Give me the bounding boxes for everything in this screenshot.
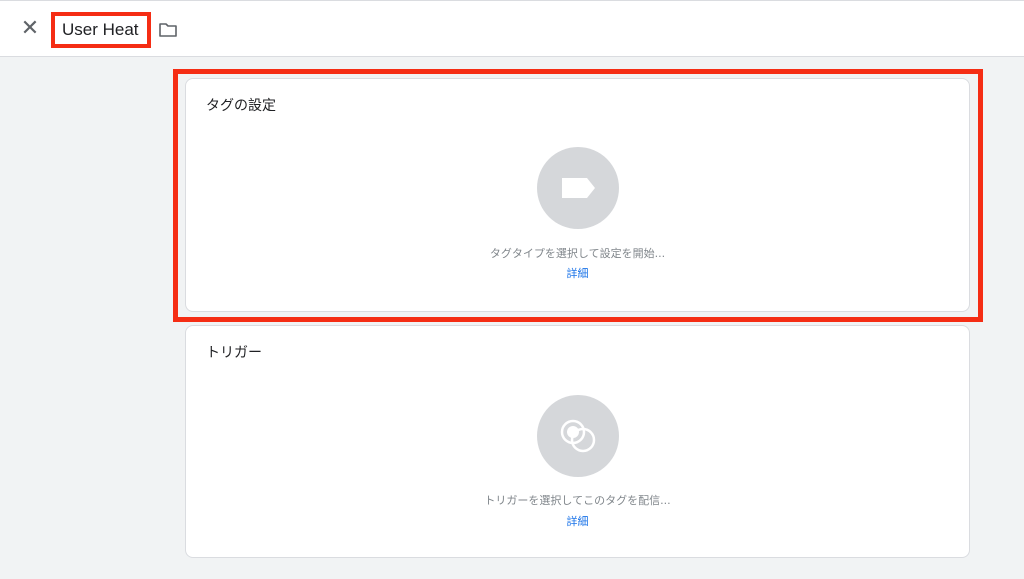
trigger-hint: トリガーを選択してこのタグを配信... (484, 494, 671, 507)
trigger-learn-more-link[interactable]: 詳細 (186, 513, 969, 529)
tag-learn-more-link[interactable]: 詳細 (186, 265, 969, 281)
folder-icon[interactable] (158, 21, 178, 39)
triggering-card[interactable]: トリガー トリガーを選択してこのタグを配信... 詳細 (185, 325, 970, 558)
tag-configuration-title: タグの設定 (206, 98, 276, 114)
trigger-selector[interactable] (537, 395, 619, 477)
tag-name-title[interactable]: User Heat (62, 19, 139, 41)
trigger-icon (560, 419, 596, 453)
tag-type-hint: タグタイプを選択して設定を開始... (489, 247, 666, 260)
close-icon[interactable]: ✕ (18, 17, 42, 41)
top-bar: ✕ User Heat (0, 0, 1024, 57)
tag-icon (562, 178, 595, 198)
tag-type-selector[interactable] (537, 147, 619, 229)
tag-configuration-card[interactable]: タグの設定 タグタイプを選択して設定を開始... 詳細 (185, 78, 970, 312)
triggering-title: トリガー (206, 345, 262, 361)
